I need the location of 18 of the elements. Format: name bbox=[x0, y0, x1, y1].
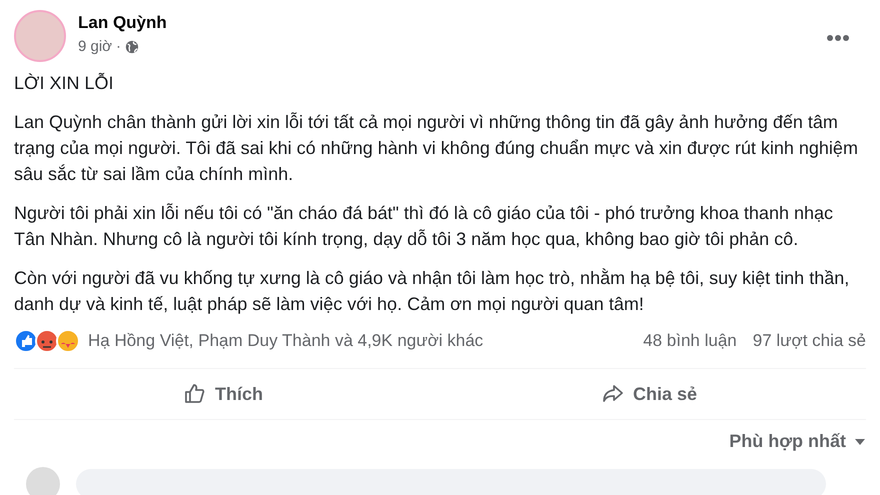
share-button[interactable]: Chia sẻ bbox=[590, 376, 707, 412]
commenter-avatar bbox=[26, 467, 60, 495]
post-paragraph: Còn với người đã vu khống tự xưng là cô giáo và nhận tôi làm học trò, nhằm hạ bệ tôi, suy kiệt tinh thần, danh dự và kinh tế, luật pháp sẽ làm việc với họ. Cảm ơn mọi người quan tâm! bbox=[14, 267, 850, 316]
post-time[interactable]: 9 giờ bbox=[78, 36, 112, 58]
post-paragraph: Người tôi phải xin lỗi nếu tôi có "ăn cháo đá bát" thì đó là cô giáo của tôi - phó trưởng khoa thanh nhạc Tân Nhàn. Nhưng cô là người tôi kính trọng, dạy dỗ tôi 3 năm học qua, không bao giờ tôi phản cô. bbox=[14, 202, 834, 251]
globe-icon bbox=[125, 40, 140, 54]
post-title: LỜI XIN LỖI bbox=[14, 72, 114, 95]
author-name[interactable]: Lan Quỳnh bbox=[78, 10, 818, 36]
caret-icon bbox=[854, 438, 866, 446]
share-count[interactable]: 97 lượt chia sẻ bbox=[752, 328, 866, 354]
like-button[interactable]: Thích bbox=[172, 376, 273, 412]
post-paragraph: Lan Quỳnh chân thành gửi lời xin lỗi tới tất cả mọi người vì những thông tin đã gây ảnh hưởng đến tâm trạng của mọi người. Tôi đã sai khi có những hành vi không đúng chuẩn mực và xin được rút kinh nghiệm sâu sắc từ sai lầm của chính mình. bbox=[14, 111, 859, 186]
reaction-summary[interactable]: Hạ Hồng Việt, Phạm Duy Thành và 4,9K người khác bbox=[88, 328, 484, 354]
sort-dropdown[interactable]: Phù hợp nhất bbox=[729, 428, 866, 455]
thumbs-up-icon bbox=[182, 382, 207, 406]
comment-count[interactable]: 48 bình luận bbox=[643, 328, 737, 354]
separator: · bbox=[116, 36, 122, 56]
more-options-icon[interactable] bbox=[826, 34, 850, 42]
